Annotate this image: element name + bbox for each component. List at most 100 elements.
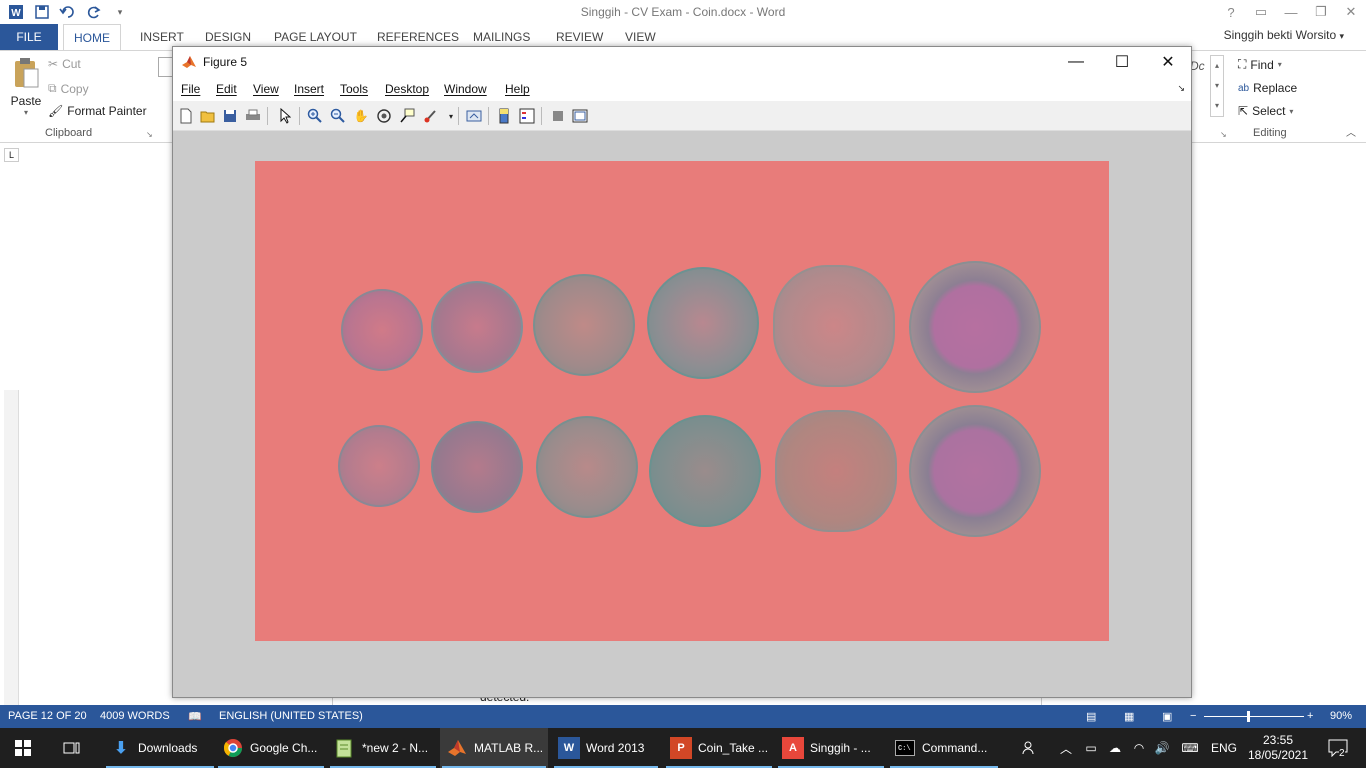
- brush-icon[interactable]: [422, 107, 440, 125]
- taskbar-label: Command...: [922, 741, 988, 755]
- taskbar-cmd[interactable]: C:\ Command...: [888, 728, 1000, 768]
- figure-close-icon[interactable]: ✕: [1145, 47, 1191, 77]
- word-count[interactable]: 4009 WORDS: [100, 710, 170, 722]
- show-plot-tools-icon[interactable]: [571, 107, 589, 125]
- taskbar-downloads[interactable]: ⬇ Downloads: [104, 728, 216, 768]
- zoom-in-button[interactable]: +: [1307, 710, 1313, 722]
- proofing-icon[interactable]: 📖: [188, 710, 202, 723]
- start-button[interactable]: [0, 728, 46, 768]
- taskbar-powerpoint[interactable]: P Coin_Take ...: [664, 728, 774, 768]
- menu-insert[interactable]: Insert: [294, 82, 324, 96]
- wifi-icon[interactable]: ◠: [1128, 728, 1150, 768]
- paste-icon: [15, 58, 39, 88]
- new-figure-icon[interactable]: [177, 107, 195, 125]
- paste-button[interactable]: Paste ▾: [6, 57, 46, 119]
- print-figure-icon[interactable]: [244, 107, 262, 125]
- tab-file[interactable]: FILE: [0, 24, 58, 50]
- save-figure-icon[interactable]: [221, 107, 239, 125]
- zoom-out-icon[interactable]: [329, 107, 347, 125]
- menu-edit[interactable]: Edit: [216, 82, 237, 96]
- menu-window[interactable]: Window: [444, 82, 487, 96]
- insert-legend-icon[interactable]: [518, 107, 536, 125]
- coin-bottom-2: [431, 421, 523, 513]
- keyboard-icon[interactable]: ⌨: [1176, 728, 1204, 768]
- copy-icon: ⧉: [48, 81, 57, 95]
- select-label: Select: [1252, 104, 1286, 118]
- notifications-icon[interactable]: 2: [1318, 728, 1358, 768]
- zoom-in-icon[interactable]: [306, 107, 324, 125]
- language-indicator[interactable]: ENGLISH (UNITED STATES): [219, 710, 363, 722]
- zoom-slider[interactable]: [1204, 716, 1304, 717]
- dock-icon[interactable]: ↘: [1177, 83, 1185, 94]
- zoom-slider-thumb[interactable]: [1247, 711, 1250, 722]
- taskbar-label: Singgih - ...: [810, 741, 871, 755]
- select-button[interactable]: ⇱ Select ▾: [1238, 104, 1293, 118]
- help-button[interactable]: ?: [1216, 0, 1246, 24]
- taskbar-acrobat[interactable]: A Singgih - ...: [776, 728, 886, 768]
- acrobat-icon: A: [782, 737, 804, 759]
- people-icon[interactable]: [1016, 728, 1044, 768]
- tab-home[interactable]: HOME: [63, 24, 121, 50]
- taskbar-matlab[interactable]: MATLAB R...: [440, 728, 548, 768]
- zoom-out-button[interactable]: −: [1190, 710, 1196, 722]
- tab-selector[interactable]: L: [4, 148, 19, 162]
- menu-tools[interactable]: Tools: [340, 82, 368, 96]
- figure-maximize-icon[interactable]: ☐: [1099, 47, 1145, 77]
- ribbon-display-icon[interactable]: ▭: [1246, 0, 1276, 24]
- taskbar-word[interactable]: W Word 2013: [552, 728, 660, 768]
- taskbar-chrome[interactable]: Google Ch...: [216, 728, 326, 768]
- find-button[interactable]: ⛶ Find ▾: [1238, 57, 1282, 72]
- svg-text:C:\: C:\: [898, 745, 911, 753]
- user-account[interactable]: Singgih bekti Worsito ▾: [1224, 28, 1344, 42]
- insert-colorbar-icon[interactable]: [495, 107, 513, 125]
- toolbar-separator: [458, 107, 459, 125]
- edit-plot-icon[interactable]: [276, 107, 294, 125]
- styles-scroll[interactable]: ▴ ▾ ▾: [1210, 55, 1224, 117]
- data-cursor-icon[interactable]: [398, 107, 416, 125]
- menu-view[interactable]: View: [253, 82, 279, 96]
- clock-date: 18/05/2021: [1247, 748, 1309, 762]
- paintbrush-icon: 🖌: [48, 104, 64, 118]
- styles-launcher-icon[interactable]: ↘: [1220, 130, 1227, 139]
- coin-image[interactable]: [255, 161, 1109, 641]
- figure-minimize-icon[interactable]: —: [1053, 47, 1099, 77]
- menu-help[interactable]: Help: [505, 82, 530, 96]
- web-layout-icon[interactable]: ▣: [1162, 710, 1172, 723]
- clipboard-launcher-icon[interactable]: ↘: [146, 130, 153, 139]
- cut-button[interactable]: ✂ Cut: [48, 57, 81, 71]
- menu-file[interactable]: File: [181, 82, 200, 96]
- format-painter-button[interactable]: 🖌 Format Painter: [48, 104, 147, 118]
- link-plot-icon[interactable]: [465, 107, 483, 125]
- onedrive-icon[interactable]: ☁: [1104, 728, 1126, 768]
- language-indicator[interactable]: ENG: [1206, 728, 1242, 768]
- coin-top-1: [341, 289, 423, 371]
- show-hidden-icons[interactable]: ︿: [1056, 728, 1076, 768]
- taskbar-label: MATLAB R...: [474, 741, 544, 755]
- replace-button[interactable]: ab Replace: [1238, 81, 1297, 95]
- figure-canvas[interactable]: [173, 131, 1191, 697]
- collapse-ribbon-icon[interactable]: ︿: [1346, 124, 1356, 139]
- read-mode-icon[interactable]: ▤: [1086, 710, 1096, 723]
- minimize-icon[interactable]: —: [1276, 0, 1306, 24]
- zoom-level[interactable]: 90%: [1330, 710, 1352, 722]
- open-file-icon[interactable]: [199, 107, 217, 125]
- menu-desktop[interactable]: Desktop: [385, 82, 429, 96]
- clock[interactable]: 23:55 18/05/2021: [1242, 728, 1314, 768]
- taskbar-notepadpp[interactable]: *new 2 - N...: [328, 728, 438, 768]
- clipboard-group-label: Clipboard: [45, 127, 93, 139]
- rotate-3d-icon[interactable]: [375, 107, 393, 125]
- restore-icon[interactable]: ❐: [1306, 0, 1336, 24]
- copy-button[interactable]: ⧉ Copy: [48, 81, 89, 96]
- task-view-icon[interactable]: [50, 728, 94, 768]
- pan-icon[interactable]: ✋: [352, 107, 370, 125]
- toolbar-separator: [299, 107, 300, 125]
- word-icon: W: [558, 737, 580, 759]
- notification-count: 2: [1339, 748, 1345, 759]
- battery-icon[interactable]: ▭: [1080, 728, 1102, 768]
- volume-icon[interactable]: 🔊: [1152, 728, 1172, 768]
- close-icon[interactable]: ✕: [1336, 0, 1366, 24]
- hide-plot-tools-icon[interactable]: [549, 107, 567, 125]
- page-indicator[interactable]: PAGE 12 OF 20: [8, 710, 87, 722]
- print-layout-icon[interactable]: ▦: [1124, 710, 1134, 723]
- taskbar-label: Coin_Take ...: [698, 741, 769, 755]
